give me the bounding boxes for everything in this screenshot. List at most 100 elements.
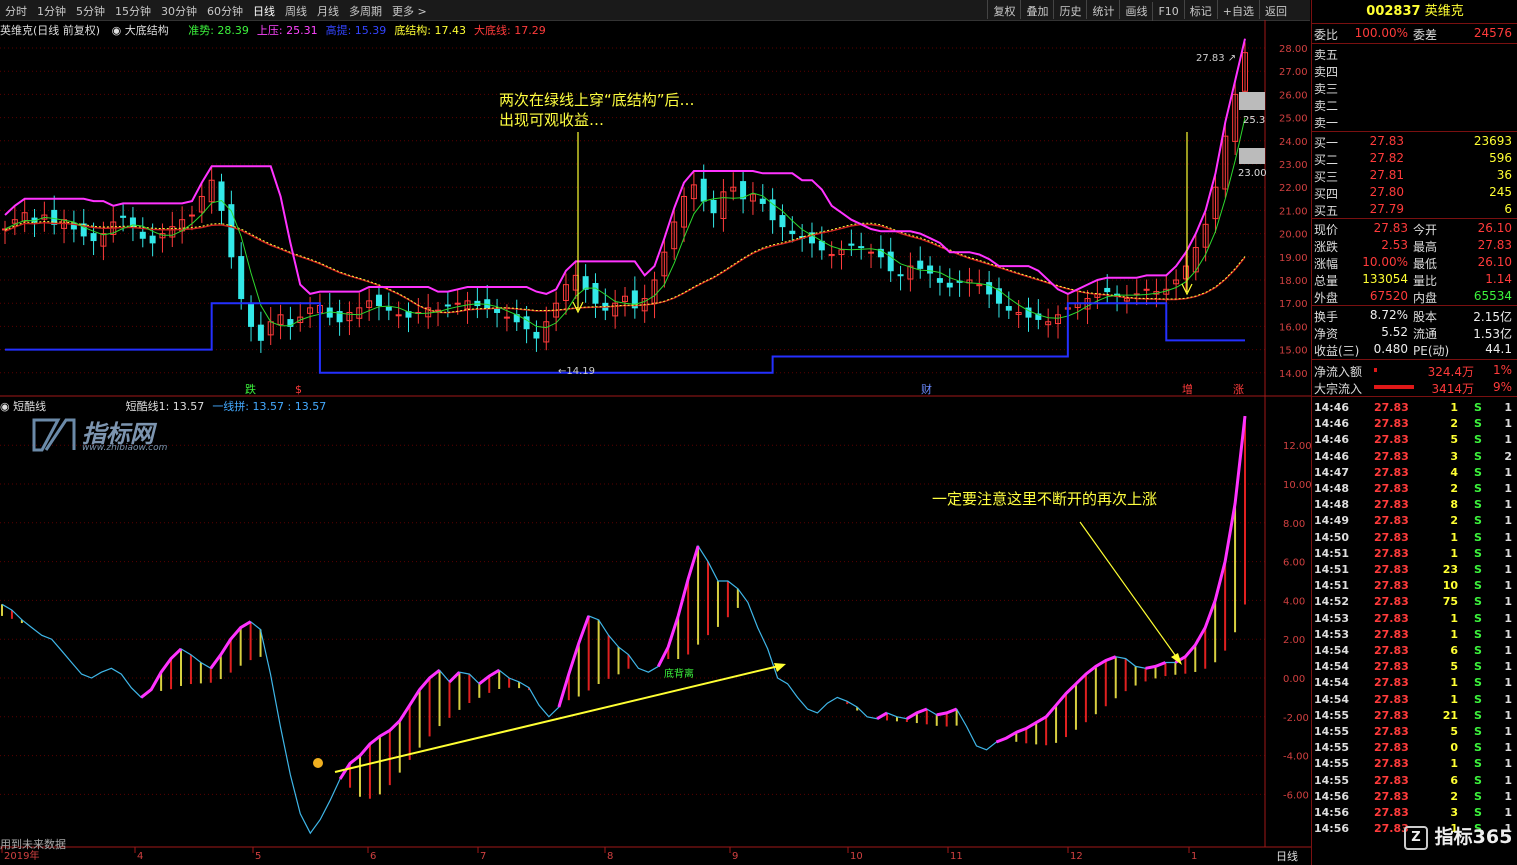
tick-time: 14:49 <box>1314 514 1350 528</box>
flow-pct: 1% <box>1492 363 1512 377</box>
osc-tick: 8.00 <box>1283 519 1305 530</box>
candlestick-chart[interactable]: 28.00 27.00 26.00 25.00 24.00 23.00 22.00 21.00… <box>0 20 1311 397</box>
quote-row-4: 外盘 67520 内盘 65534 <box>1312 288 1516 305</box>
tick-side: S <box>1474 449 1482 463</box>
price-tick: 26.00 <box>1279 90 1308 101</box>
tick-time: 14:54 <box>1314 660 1350 674</box>
tick-count: 1 <box>1504 806 1512 819</box>
period-tab-2[interactable]: 5分钟 <box>71 0 110 19</box>
tick-count: 1 <box>1504 482 1512 495</box>
period-tab-8[interactable]: 月线 <box>312 0 344 19</box>
tool-button-1[interactable]: 叠加 <box>1020 0 1053 19</box>
tick-side: S <box>1474 692 1482 706</box>
period-tab-3[interactable]: 15分钟 <box>110 0 156 19</box>
tool-button-4[interactable]: 画线 <box>1119 0 1152 19</box>
logo-icon: Z <box>1404 825 1428 850</box>
period-tab-5[interactable]: 60分钟 <box>202 0 248 19</box>
flow-label: 大宗流入 <box>1314 382 1363 396</box>
fund-value-2: 1.53亿 <box>1473 327 1512 341</box>
tick-count: 1 <box>1504 417 1512 431</box>
tick-side: S <box>1474 741 1482 755</box>
quote-row-1: 涨跌 2.53 最高 27.83 <box>1312 237 1516 254</box>
candle-body <box>887 251 894 272</box>
tick-qty: 3 <box>1450 806 1458 819</box>
period-tab-1[interactable]: 1分钟 <box>32 0 71 19</box>
candle-body <box>494 308 501 313</box>
quote-value: 133054 <box>1362 272 1408 286</box>
period-tab-7[interactable]: 周线 <box>280 0 312 19</box>
period-tab-10[interactable]: 更多 > <box>387 0 432 19</box>
buy-price: 27.79 <box>1369 202 1404 216</box>
tick-price: 27.83 <box>1374 806 1409 819</box>
date-label: 6 <box>370 851 376 862</box>
tool-button-6[interactable]: 标记 <box>1183 0 1217 19</box>
date-label: 4 <box>137 851 143 862</box>
tick-qty: 1 <box>1450 627 1458 641</box>
quote-value-2: 26.10 <box>1477 221 1512 235</box>
high-price-label: 27.83 ↗ <box>1196 53 1236 64</box>
tool-button-0[interactable]: 复权 <box>987 0 1020 19</box>
tick-price: 27.83 <box>1374 482 1409 495</box>
tick-row-24: 14:56 27.83 2 S 1 <box>1312 790 1516 806</box>
tick-row-25: 14:56 27.83 3 S 1 <box>1312 806 1516 822</box>
tick-count: 1 <box>1504 757 1512 771</box>
quote-value: 10.00% <box>1362 255 1408 269</box>
marker-marker_cai: 财 <box>921 382 932 396</box>
buy-label: 买一 <box>1314 136 1339 150</box>
buy-vol: 6 <box>1504 202 1512 216</box>
tick-row-6: 14:48 27.83 8 S 1 <box>1312 498 1516 514</box>
fund-label: 收益(三) <box>1314 344 1360 358</box>
candle-body <box>710 199 717 214</box>
marker-marker_zhang: 涨 <box>1233 383 1244 396</box>
logo-text: 指标365 <box>1434 826 1513 848</box>
tick-count: 1 <box>1504 563 1512 576</box>
candle-body <box>120 215 127 218</box>
candle-body <box>868 251 875 254</box>
tick-qty: 1 <box>1450 530 1458 544</box>
sell-label: 卖二 <box>1314 99 1339 113</box>
quote-row-2: 涨幅 10.00% 最低 26.10 <box>1312 254 1516 271</box>
tick-side: S <box>1474 465 1482 479</box>
period-tab-4[interactable]: 30分钟 <box>156 0 202 19</box>
flow-value: 324.4万 <box>1427 365 1474 379</box>
tick-count: 2 <box>1504 449 1512 463</box>
tick-qty: 4 <box>1450 465 1458 479</box>
period-tab-6[interactable]: 日线 <box>248 0 280 19</box>
oscillator-chart[interactable]: 12.00 10.00 8.00 6.00 4.00 2.00 0.00 -2.00 -4.00… <box>0 397 1311 865</box>
tool-button-8[interactable]: 返回 <box>1259 0 1292 19</box>
period-tab-0[interactable]: 分时 <box>0 0 32 19</box>
tick-side: S <box>1474 644 1482 657</box>
tool-button-5[interactable]: F10 <box>1152 2 1183 21</box>
tick-time: 14:53 <box>1314 627 1350 641</box>
tick-row-17: 14:54 27.83 1 S 1 <box>1312 676 1516 692</box>
tick-time: 14:55 <box>1314 725 1350 738</box>
osc-tick: 0.00 <box>1283 674 1305 685</box>
tick-qty: 3 <box>1450 449 1458 463</box>
tick-count: 1 <box>1504 773 1512 787</box>
candle-body <box>257 324 264 341</box>
tick-price: 27.83 <box>1374 611 1409 625</box>
buy-label: 买五 <box>1314 204 1339 218</box>
arrow-3 <box>1079 521 1181 663</box>
period-tab-9[interactable]: 多周期 <box>344 0 387 19</box>
tick-price: 27.83 <box>1374 449 1409 463</box>
tool-button-7[interactable]: +自选 <box>1216 0 1259 19</box>
panel-title: 002837 英维克 <box>1366 4 1464 19</box>
tool-button-3[interactable]: 统计 <box>1086 0 1119 19</box>
tick-count: 1 <box>1504 465 1512 479</box>
tick-count: 1 <box>1504 708 1512 722</box>
webi-row: 委比 100.00% 委差 24576 <box>1312 25 1516 42</box>
quote-label-2: 今开 <box>1413 223 1438 237</box>
tool-button-2[interactable]: 历史 <box>1053 0 1086 19</box>
watermark-logo: 指标网 www.zhibiaow.com <box>30 412 210 458</box>
tick-count: 1 <box>1504 725 1512 738</box>
tick-qty: 2 <box>1450 514 1458 528</box>
quote-label-2: 最高 <box>1413 240 1438 254</box>
period-label: 日线 <box>1276 849 1298 863</box>
tick-row-19: 14:55 27.83 21 S 1 <box>1312 709 1516 725</box>
quote-value: 67520 <box>1369 289 1408 303</box>
flow-bar <box>1374 368 1377 372</box>
tick-row-8: 14:50 27.83 1 S 1 <box>1312 531 1516 547</box>
webi-label: 委比 <box>1314 28 1339 42</box>
price-box-1 <box>1239 92 1265 110</box>
